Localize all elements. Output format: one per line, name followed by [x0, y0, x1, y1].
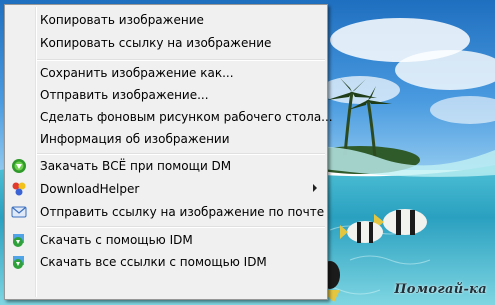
idm-icon: [11, 232, 27, 248]
menu-item-label: Копировать ссылку на изображение: [40, 36, 272, 50]
menu-item-label: Отправить ссылку на изображение по почте: [40, 205, 325, 219]
menu-item-label: Скачать все ссылки с помощью IDM: [40, 255, 267, 269]
menu-item-copy-image[interactable]: Копировать изображение: [7, 9, 325, 31]
menu-item-save-image-as[interactable]: Сохранить изображение как...: [7, 62, 325, 84]
menu-item-label: Отправить изображение...: [40, 88, 209, 102]
menu-item-send-image[interactable]: Отправить изображение...: [7, 84, 325, 106]
context-menu: Копировать изображение Копировать ссылку…: [4, 4, 333, 300]
menu-separator: [37, 226, 325, 228]
menu-item-set-as-desktop-background[interactable]: Сделать фоновым рисунком рабочего стола.…: [7, 106, 333, 128]
watermark-text: Помогай-ка: [394, 282, 487, 297]
idm-icon: [11, 254, 27, 270]
menu-item-label: Копировать изображение: [40, 13, 204, 27]
menu-item-image-info[interactable]: Информация об изображении: [7, 128, 325, 150]
menu-item-label: DownloadHelper: [40, 182, 140, 196]
menu-item-download-all-links-with-idm[interactable]: Скачать все ссылки с помощью IDM: [7, 251, 325, 273]
downloadhelper-icon: [11, 181, 27, 197]
menu-item-label: Сделать фоновым рисунком рабочего стола.…: [40, 110, 333, 124]
menu-item-send-image-link-by-mail[interactable]: Отправить ссылку на изображение по почте: [7, 201, 325, 223]
menu-item-download-all-dm[interactable]: Закачать ВСЁ при помощи DM: [7, 155, 325, 177]
submenu-arrow-icon: [313, 184, 317, 192]
menu-item-copy-image-link[interactable]: Копировать ссылку на изображение: [7, 32, 325, 54]
mail-icon: [11, 204, 27, 220]
menu-item-label: Закачать ВСЁ при помощи DM: [40, 159, 232, 173]
menu-item-downloadhelper[interactable]: DownloadHelper: [7, 178, 325, 200]
menu-item-label: Информация об изображении: [40, 132, 230, 146]
menu-item-download-with-idm[interactable]: Скачать с помощью IDM: [7, 229, 325, 251]
menu-item-label: Скачать с помощью IDM: [40, 233, 193, 247]
download-manager-icon: [11, 158, 27, 174]
menu-item-label: Сохранить изображение как...: [40, 66, 234, 80]
menu-separator: [37, 59, 325, 61]
